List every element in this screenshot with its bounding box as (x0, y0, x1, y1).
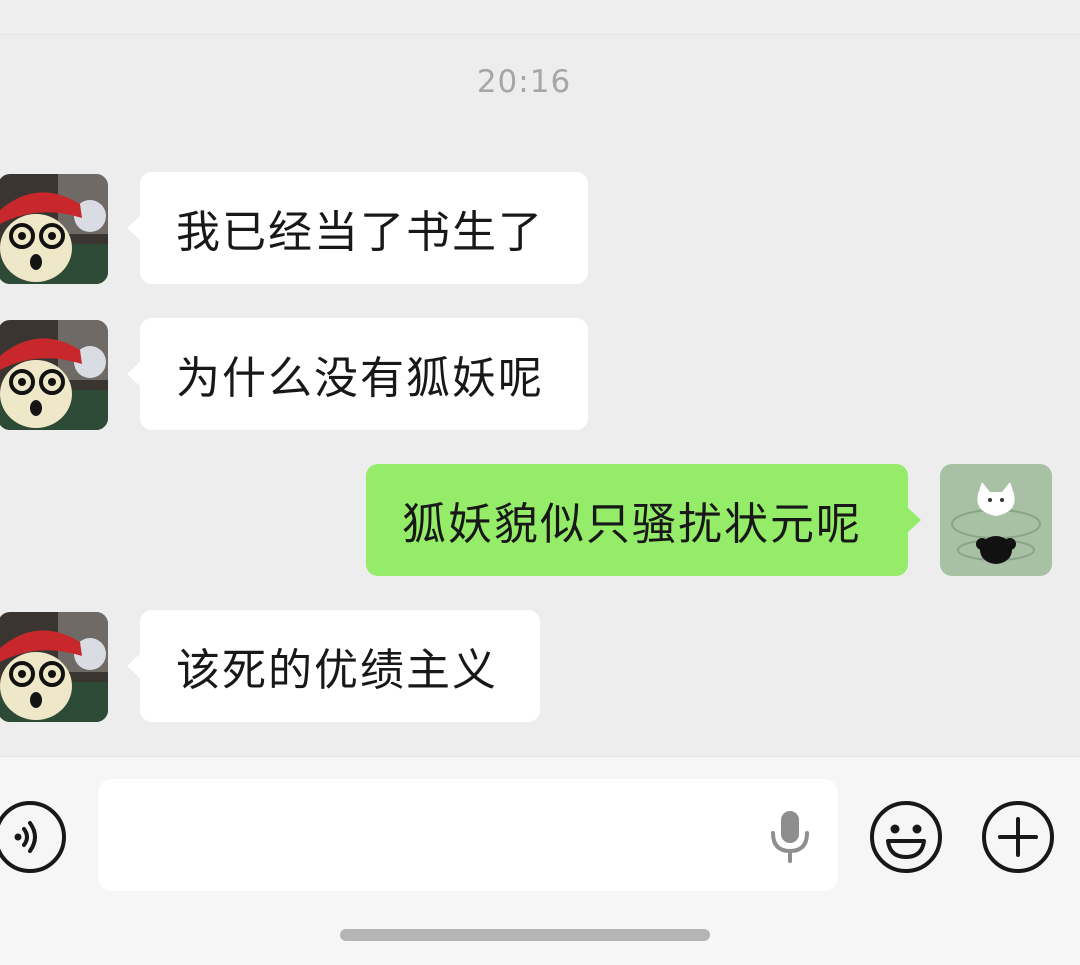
message-text: 为什么没有狐妖呢 (176, 353, 544, 404)
voice-toggle-icon (0, 801, 66, 873)
message-text: 该死的优绩主义 (176, 645, 498, 696)
message-bubble-incoming[interactable]: 该死的优绩主义 (127, 610, 540, 722)
dog-avatar-image (0, 174, 108, 284)
microphone-icon[interactable] (768, 809, 812, 863)
message-text: 我已经当了书生了 (176, 207, 544, 258)
home-indicator[interactable] (340, 929, 710, 941)
message-bubble-outgoing[interactable]: 狐妖貌似只骚扰状元呢 (366, 464, 921, 576)
friend-avatar[interactable] (0, 174, 108, 284)
voice-toggle-button[interactable] (0, 799, 68, 875)
friend-avatar[interactable] (0, 612, 108, 722)
message-bubble-incoming[interactable]: 我已经当了书生了 (127, 172, 588, 284)
dog-avatar-image (0, 320, 108, 430)
emoji-button[interactable] (868, 799, 944, 875)
my-avatar[interactable] (940, 464, 1052, 576)
cat-avatar-image (940, 464, 1052, 576)
message-bubble-incoming[interactable]: 为什么没有狐妖呢 (127, 318, 588, 430)
friend-avatar[interactable] (0, 320, 108, 430)
message-input-field[interactable] (98, 779, 838, 891)
top-edge (0, 0, 1080, 35)
more-actions-button[interactable] (980, 799, 1056, 875)
message-text: 狐妖貌似只骚扰状元呢 (402, 499, 862, 550)
plus-icon (982, 801, 1054, 873)
dog-avatar-image (0, 612, 108, 722)
emoji-icon (870, 801, 942, 873)
chat-area[interactable]: 20:16 我已经当了书生了 为什么没有狐妖呢 狐妖貌似只骚扰状元呢 该死的优绩… (0, 0, 1080, 756)
message-timestamp: 20:16 (476, 64, 572, 100)
input-bar (0, 756, 1080, 965)
